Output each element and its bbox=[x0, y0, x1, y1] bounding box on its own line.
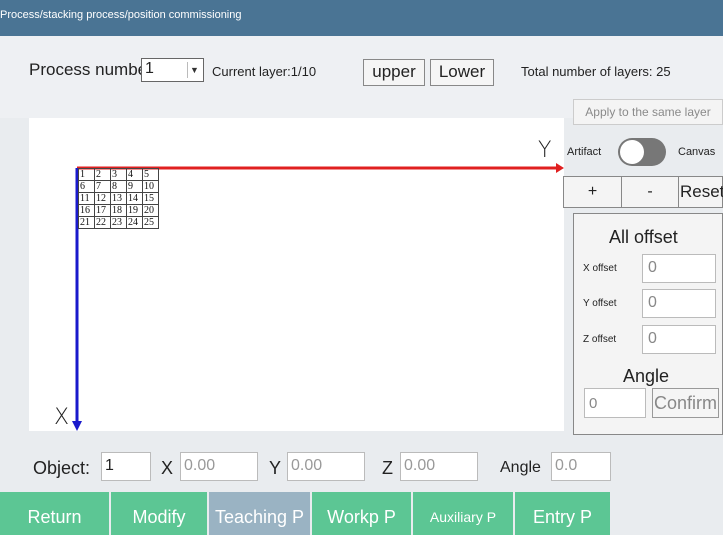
position-grid: 1 2 3 4 5 6 7 8 9 10 11 12 13 14 15 16 17 18 19 20 21 22 23 24 2… bbox=[78, 168, 159, 229]
y-offset-label: Y offset bbox=[583, 298, 617, 309]
tab-return[interactable]: Return bbox=[0, 492, 111, 535]
grid-row: 11 12 13 14 15 bbox=[78, 192, 159, 205]
process-number-select[interactable]: 1 ▼ bbox=[141, 58, 204, 82]
process-number-value: 1 bbox=[145, 60, 154, 77]
upper-button[interactable]: upper bbox=[363, 59, 425, 86]
grid-cell[interactable]: 2 bbox=[94, 168, 111, 181]
tab-auxiliary-p[interactable]: Auxiliary P bbox=[413, 492, 515, 535]
y-input[interactable]: 0.00 bbox=[287, 452, 365, 481]
grid-cell[interactable]: 10 bbox=[142, 180, 159, 193]
x-offset-label: X offset bbox=[583, 263, 617, 274]
angle-title: Angle bbox=[623, 366, 670, 386]
toggle-knob bbox=[620, 140, 644, 164]
grid-cell[interactable]: 16 bbox=[78, 204, 95, 217]
process-number-label: Process number bbox=[29, 60, 144, 79]
x-axis-label: X bbox=[54, 405, 70, 430]
angle-offset-input[interactable]: 0 bbox=[584, 388, 646, 418]
window-title: Process/stacking process/position commis… bbox=[0, 0, 723, 36]
zoom-in-button[interactable]: + bbox=[564, 177, 621, 207]
y-offset-input[interactable]: 0 bbox=[642, 289, 716, 318]
grid-cell[interactable]: 21 bbox=[78, 216, 95, 229]
grid-cell[interactable]: 14 bbox=[126, 192, 143, 205]
tab-workp-p[interactable]: Workp P bbox=[312, 492, 413, 535]
tab-entry-p[interactable]: Entry P bbox=[515, 492, 612, 535]
grid-row: 6 7 8 9 10 bbox=[78, 180, 159, 193]
grid-cell[interactable]: 13 bbox=[110, 192, 127, 205]
all-offset-title: All offset bbox=[609, 227, 678, 247]
grid-cell[interactable]: 18 bbox=[110, 204, 127, 217]
lower-button[interactable]: Lower bbox=[430, 59, 494, 86]
axes-svg bbox=[72, 163, 564, 431]
grid-cell[interactable]: 3 bbox=[110, 168, 127, 181]
grid-cell[interactable]: 8 bbox=[110, 180, 127, 193]
tab-modify[interactable]: Modify bbox=[111, 492, 209, 535]
grid-cell[interactable]: 4 bbox=[126, 168, 143, 181]
x-input[interactable]: 0.00 bbox=[180, 452, 258, 481]
apply-to-same-layer-button[interactable]: Apply to the same layer bbox=[573, 99, 723, 125]
z-offset-input[interactable]: 0 bbox=[642, 325, 716, 354]
grid-cell[interactable]: 6 bbox=[78, 180, 95, 193]
bottom-tab-bar: Return Modify Teaching P Workp P Auxilia… bbox=[0, 492, 723, 535]
grid-cell[interactable]: 24 bbox=[126, 216, 143, 229]
grid-row: 16 17 18 19 20 bbox=[78, 204, 159, 217]
angle-input[interactable]: 0.0 bbox=[551, 452, 611, 481]
total-layers-text: Total number of layers: 25 bbox=[521, 64, 671, 79]
y-axis-label: Y bbox=[538, 138, 552, 163]
z-input[interactable]: 0.00 bbox=[400, 452, 478, 481]
view-controls: + - Reset bbox=[563, 176, 723, 208]
y-axis-arrow bbox=[556, 163, 564, 173]
grid-cell[interactable]: 5 bbox=[142, 168, 159, 181]
grid-cell[interactable]: 22 bbox=[94, 216, 111, 229]
stacking-canvas[interactable]: 1 2 3 4 5 6 7 8 9 10 11 12 13 14 15 16 17 18 19 20 21 22 23 24 2… bbox=[29, 118, 564, 431]
zoom-out-button[interactable]: - bbox=[621, 177, 679, 207]
grid-cell[interactable]: 15 bbox=[142, 192, 159, 205]
x-axis-arrow bbox=[72, 421, 82, 431]
artifact-label: Artifact bbox=[567, 146, 602, 158]
grid-row: 21 22 23 24 25 bbox=[78, 216, 159, 229]
canvas-label: Canvas bbox=[678, 146, 716, 158]
object-label: Object: bbox=[33, 458, 91, 478]
grid-cell[interactable]: 11 bbox=[78, 192, 95, 205]
grid-cell[interactable]: 23 bbox=[110, 216, 127, 229]
grid-cell[interactable]: 17 bbox=[94, 204, 111, 217]
chevron-down-icon[interactable]: ▼ bbox=[187, 62, 201, 78]
tab-teaching-p[interactable]: Teaching P bbox=[209, 492, 312, 535]
grid-cell[interactable]: 7 bbox=[94, 180, 111, 193]
x-label: X bbox=[161, 458, 174, 478]
angle-label: Angle bbox=[500, 459, 541, 476]
current-layer-text: Current layer:1/10 bbox=[212, 64, 317, 79]
grid-cell[interactable]: 1 bbox=[78, 168, 95, 181]
grid-cell[interactable]: 9 bbox=[126, 180, 143, 193]
grid-cell[interactable]: 20 bbox=[142, 204, 159, 217]
x-offset-input[interactable]: 0 bbox=[642, 254, 716, 283]
grid-row: 12345 bbox=[78, 168, 159, 181]
grid-cell[interactable]: 25 bbox=[142, 216, 159, 229]
confirm-button[interactable]: Confirm bbox=[652, 388, 719, 418]
z-offset-label: Z offset bbox=[583, 334, 617, 345]
y-label: Y bbox=[269, 458, 282, 478]
reset-button[interactable]: Reset bbox=[679, 177, 723, 207]
object-input[interactable]: 1 bbox=[101, 452, 151, 481]
grid-cell[interactable]: 19 bbox=[126, 204, 143, 217]
z-label: Z bbox=[382, 458, 393, 478]
artifact-canvas-toggle[interactable] bbox=[618, 138, 666, 166]
grid-cell[interactable]: 12 bbox=[94, 192, 111, 205]
